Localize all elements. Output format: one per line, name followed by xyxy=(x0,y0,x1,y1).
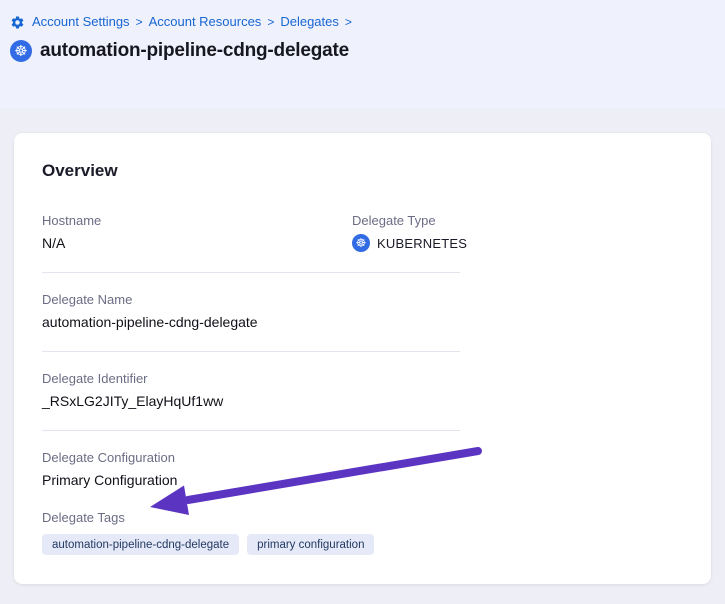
page-header: Account Settings > Account Resources > D… xyxy=(0,0,725,108)
breadcrumb: Account Settings > Account Resources > D… xyxy=(10,14,715,30)
delegate-type-label: Delegate Type xyxy=(352,213,467,229)
field-delegate-name: Delegate Name automation-pipeline-cdng-d… xyxy=(42,292,460,352)
breadcrumb-separator: > xyxy=(267,14,274,30)
delegate-configuration-label: Delegate Configuration xyxy=(42,450,460,466)
delegate-name-value: automation-pipeline-cdng-delegate xyxy=(42,313,460,331)
settings-gear-icon xyxy=(10,15,25,30)
delegate-identifier-value: _RSxLG2JITy_ElayHqUf1ww xyxy=(42,392,460,410)
delegate-type-value: KUBERNETES xyxy=(377,236,467,251)
kubernetes-icon: ☸ xyxy=(10,40,32,62)
delegate-tags-label: Delegate Tags xyxy=(42,510,460,526)
kubernetes-type-icon: ☸ xyxy=(352,234,370,252)
hostname-label: Hostname xyxy=(42,213,352,229)
field-delegate-tags: Delegate Tags automation-pipeline-cdng-d… xyxy=(42,510,460,555)
overview-card: Overview Hostname N/A Delegate Type ☸ KU… xyxy=(14,133,711,584)
delegate-identifier-label: Delegate Identifier xyxy=(42,371,460,387)
field-delegate-configuration: Delegate Configuration Primary Configura… xyxy=(42,450,460,489)
delegate-configuration-value: Primary Configuration xyxy=(42,471,460,489)
delegate-tag: automation-pipeline-cdng-delegate xyxy=(42,534,239,555)
page-title: automation-pipeline-cdng-delegate xyxy=(40,40,349,62)
hostname-value: N/A xyxy=(42,234,352,252)
overview-fields: Hostname N/A Delegate Type ☸ KUBERNETES … xyxy=(42,213,460,555)
delegate-tags-list: automation-pipeline-cdng-delegate primar… xyxy=(42,534,460,555)
overview-heading: Overview xyxy=(42,161,683,181)
breadcrumb-account-settings[interactable]: Account Settings xyxy=(32,14,130,30)
breadcrumb-separator: > xyxy=(345,14,352,30)
field-row-hostname-type: Hostname N/A Delegate Type ☸ KUBERNETES xyxy=(42,213,460,273)
delegate-tag: primary configuration xyxy=(247,534,374,555)
breadcrumb-delegates[interactable]: Delegates xyxy=(280,14,339,30)
field-hostname: Hostname N/A xyxy=(42,213,352,252)
breadcrumb-separator: > xyxy=(136,14,143,30)
field-delegate-identifier: Delegate Identifier _RSxLG2JITy_ElayHqUf… xyxy=(42,371,460,431)
title-row: ☸ automation-pipeline-cdng-delegate xyxy=(10,40,715,62)
breadcrumb-account-resources[interactable]: Account Resources xyxy=(149,14,262,30)
field-delegate-type: Delegate Type ☸ KUBERNETES xyxy=(352,213,467,252)
delegate-name-label: Delegate Name xyxy=(42,292,460,308)
